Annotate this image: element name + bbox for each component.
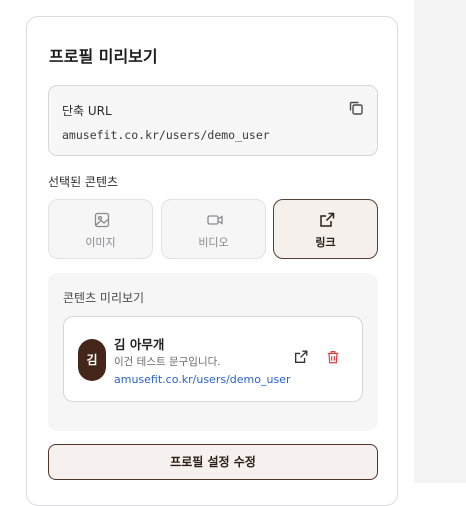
profile-preview-panel: 프로필 미리보기 단축 URL amusefit.co.kr/users/dem… (26, 16, 398, 506)
content-type-image-label: 이미지 (85, 236, 116, 249)
external-link-icon (318, 211, 336, 229)
trash-icon[interactable] (325, 349, 341, 365)
content-type-video-label: 비디오 (198, 236, 229, 249)
content-preview-label: 콘텐츠 미리보기 (63, 291, 145, 305)
content-type-image-button[interactable]: 이미지 (48, 199, 153, 259)
image-icon (93, 211, 111, 229)
external-link-icon[interactable] (293, 349, 309, 365)
content-type-video-button[interactable]: 비디오 (161, 199, 266, 259)
video-icon (206, 211, 224, 229)
edit-profile-settings-button[interactable]: 프로필 설정 수정 (48, 444, 378, 480)
selected-content-label: 선택된 콘텐츠 (48, 175, 119, 189)
card-link[interactable]: amusefit.co.kr/users/demo_user (114, 373, 290, 386)
content-type-link-label: 링크 (315, 236, 336, 249)
copy-icon[interactable] (347, 99, 365, 117)
page-side-strip (414, 0, 466, 483)
short-url-label: 단축 URL (62, 104, 112, 118)
card-description: 이건 테스트 문구입니다. (114, 356, 221, 368)
short-url-value: amusefit.co.kr/users/demo_user (62, 128, 270, 142)
avatar: 김 (78, 339, 106, 381)
link-preview-card: 김 김 아무개 이건 테스트 문구입니다. amusefit.co.kr/use… (63, 316, 363, 402)
content-type-link-button[interactable]: 링크 (273, 199, 378, 259)
card-name: 김 아무개 (114, 337, 165, 352)
content-preview-section: 콘텐츠 미리보기 김 김 아무개 이건 테스트 문구입니다. amusefit.… (48, 273, 378, 431)
panel-title: 프로필 미리보기 (49, 47, 158, 66)
short-url-box: 단축 URL amusefit.co.kr/users/demo_user (48, 85, 378, 156)
